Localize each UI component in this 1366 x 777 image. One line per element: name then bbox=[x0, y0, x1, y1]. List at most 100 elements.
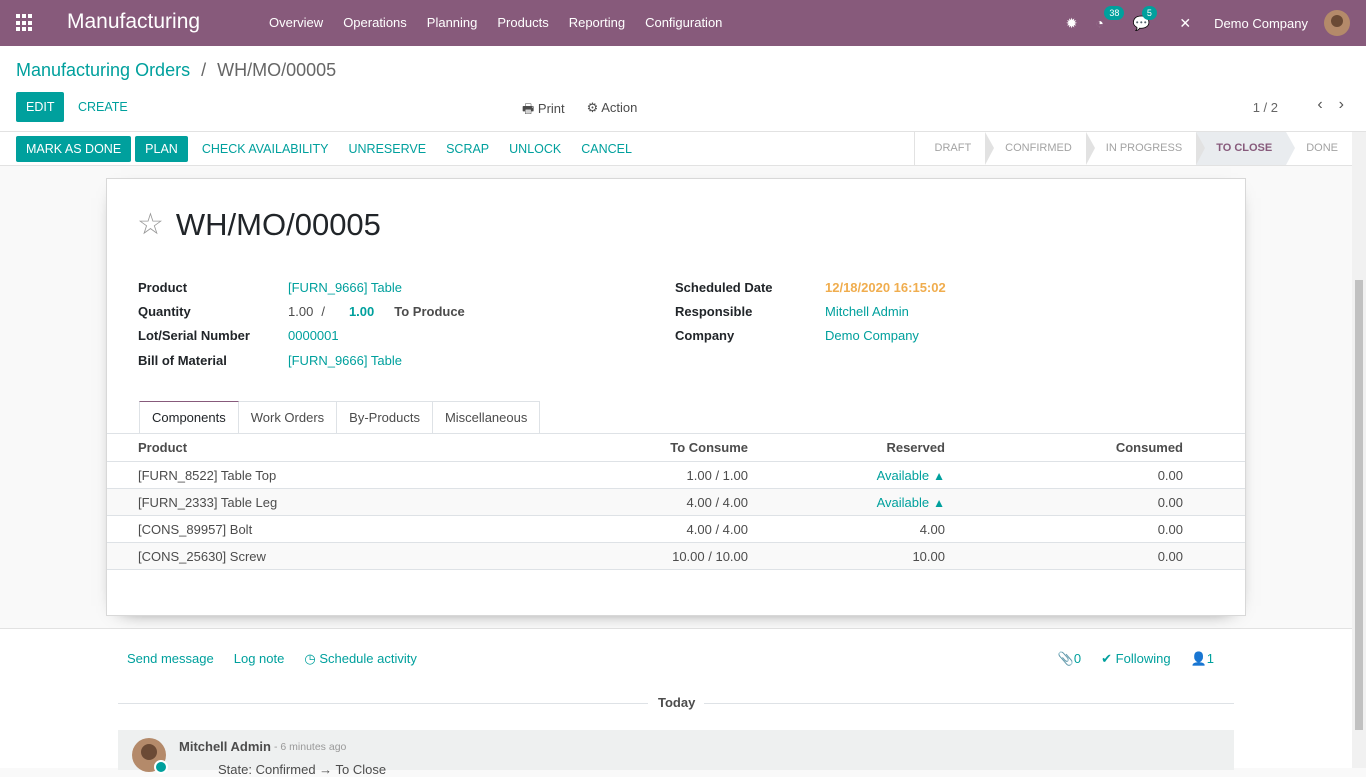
paperclip-icon: 📎 bbox=[1057, 651, 1074, 666]
message-time: - 6 minutes ago bbox=[274, 741, 347, 753]
chat-icon[interactable]: 💬 5 bbox=[1133, 5, 1157, 32]
app-name[interactable]: Manufacturing bbox=[67, 10, 200, 34]
scheduled-date-label: Scheduled Date bbox=[675, 279, 773, 295]
tab-components[interactable]: Components bbox=[139, 401, 239, 434]
header-to-consume[interactable]: To Consume bbox=[538, 440, 748, 455]
availability-status: Available bbox=[876, 494, 930, 510]
components-table: Product To Consume Reserved Consumed [FU… bbox=[107, 433, 1245, 570]
table-row[interactable]: [FURN_2333] Table Leg 4.00 / 4.00 Availa… bbox=[107, 489, 1245, 516]
chatter: Send message Log note ◷ Schedule activit… bbox=[0, 629, 1352, 777]
clock-icon: ◷ bbox=[304, 651, 316, 666]
log-note-button[interactable]: Log note bbox=[234, 651, 285, 667]
product-link[interactable]: [FURN_9666] Table bbox=[288, 280, 402, 295]
row-reserved: 10.00 bbox=[912, 548, 945, 564]
bom-label: Bill of Material bbox=[138, 352, 227, 368]
followers-count: 1 bbox=[1206, 651, 1214, 666]
row-reserved: Available ▲ bbox=[748, 468, 945, 483]
main-menu: Overview Operations Planning Products Re… bbox=[259, 0, 732, 46]
online-status-icon bbox=[154, 760, 168, 774]
lot-link[interactable]: 0000001 bbox=[288, 328, 339, 343]
unreserve-button[interactable]: UNRESERVE bbox=[339, 136, 437, 162]
header-reserved[interactable]: Reserved bbox=[748, 440, 945, 455]
stage-confirmed: CONFIRMED bbox=[985, 132, 1095, 165]
send-message-button[interactable]: Send message bbox=[127, 651, 214, 667]
header-product[interactable]: Product bbox=[107, 440, 538, 455]
breadcrumb-parent[interactable]: Manufacturing Orders bbox=[16, 60, 190, 80]
breadcrumb-separator: / bbox=[201, 60, 207, 80]
scrap-button[interactable]: SCRAP bbox=[436, 136, 499, 162]
stage-draft: DRAFT bbox=[915, 132, 994, 165]
date-separator-label: Today bbox=[658, 695, 696, 710]
schedule-activity-button[interactable]: ◷ Schedule activity bbox=[304, 651, 417, 667]
bug-icon[interactable]: ✹ bbox=[1066, 15, 1078, 32]
top-navbar: Manufacturing Overview Operations Planni… bbox=[0, 0, 1366, 46]
tab-by-products[interactable]: By-Products bbox=[337, 401, 433, 434]
print-dropdown[interactable]: 🖶 Print bbox=[522, 100, 565, 122]
area-chart-icon[interactable]: ▲ bbox=[933, 469, 945, 483]
menu-configuration[interactable]: Configuration bbox=[635, 0, 732, 46]
clock-icon[interactable]: ◔ 38 bbox=[1095, 6, 1125, 31]
following-button[interactable]: ✔ Following bbox=[1101, 651, 1170, 667]
date-separator: Today bbox=[118, 695, 1234, 710]
table-row[interactable]: [CONS_25630] Screw 10.00 / 10.00 10.00 0… bbox=[107, 543, 1245, 570]
edit-button[interactable]: EDIT bbox=[16, 92, 65, 122]
responsible-label: Responsible bbox=[675, 303, 753, 319]
create-button[interactable]: CREATE bbox=[68, 92, 138, 122]
row-reserved: Available ▲ bbox=[748, 495, 945, 510]
table-row[interactable]: [FURN_8522] Table Top 1.00 / 1.00 Availa… bbox=[107, 462, 1245, 489]
user-avatar[interactable] bbox=[1324, 10, 1350, 36]
unlock-button[interactable]: UNLOCK bbox=[499, 136, 571, 162]
area-chart-icon[interactable]: ▲ bbox=[933, 496, 945, 510]
row-product: [FURN_2333] Table Leg bbox=[138, 494, 278, 510]
row-product: [CONS_89957] Bolt bbox=[138, 521, 253, 537]
chevron-left-icon[interactable]: ‹ bbox=[1317, 96, 1322, 114]
stage-to-close: TO CLOSE bbox=[1196, 132, 1296, 165]
mark-as-done-button[interactable]: MARK AS DONE bbox=[16, 136, 132, 162]
check-availability-button[interactable]: CHECK AVAILABILITY bbox=[192, 136, 339, 162]
scrollbar-thumb[interactable] bbox=[1355, 280, 1363, 730]
scrollbar[interactable] bbox=[1352, 132, 1366, 768]
chevron-right-icon[interactable]: › bbox=[1339, 96, 1344, 114]
attachments-button[interactable]: 📎0 bbox=[1058, 651, 1081, 667]
message-author[interactable]: Mitchell Admin bbox=[179, 739, 271, 754]
menu-overview[interactable]: Overview bbox=[259, 0, 333, 46]
stage-in-progress: IN PROGRESS bbox=[1086, 132, 1206, 165]
followers-button[interactable]: 👤1 bbox=[1191, 651, 1214, 667]
chatter-topbar-right: 📎0 ✔ Following 👤1 bbox=[1058, 651, 1214, 667]
quantity-target: 1.00 bbox=[348, 303, 375, 319]
bom-link[interactable]: [FURN_9666] Table bbox=[288, 353, 402, 368]
apps-grid-icon[interactable] bbox=[16, 14, 34, 32]
company-link[interactable]: Demo Company bbox=[825, 328, 919, 343]
menu-operations[interactable]: Operations bbox=[333, 0, 417, 46]
tab-work-orders[interactable]: Work Orders bbox=[238, 401, 338, 434]
responsible-link[interactable]: Mitchell Admin bbox=[825, 304, 909, 319]
row-product: [FURN_8522] Table Top bbox=[138, 467, 277, 483]
gear-icon: ⚙ bbox=[586, 100, 599, 115]
pager-value[interactable]: 1 / 2 bbox=[1253, 100, 1278, 115]
breadcrumb-current: WH/MO/00005 bbox=[217, 60, 337, 80]
tab-miscellaneous[interactable]: Miscellaneous bbox=[432, 401, 541, 434]
message-body: State: Confirmed → To Close bbox=[218, 762, 387, 777]
menu-products[interactable]: Products bbox=[487, 0, 558, 46]
menu-reporting[interactable]: Reporting bbox=[559, 0, 635, 46]
action-label: Action bbox=[601, 100, 638, 115]
control-panel: Manufacturing Orders / WH/MO/00005 EDIT … bbox=[0, 46, 1366, 132]
table-row[interactable]: [CONS_89957] Bolt 4.00 / 4.00 4.00 0.00 bbox=[107, 516, 1245, 543]
header-consumed[interactable]: Consumed bbox=[945, 440, 1183, 455]
cancel-button[interactable]: CANCEL bbox=[571, 136, 642, 162]
company-switcher[interactable]: Demo Company bbox=[1214, 16, 1308, 31]
quantity-produced: 1.00 bbox=[288, 303, 314, 319]
stage-pipeline: DRAFT CONFIRMED IN PROGRESS TO CLOSE DON… bbox=[913, 132, 1353, 165]
tools-icon[interactable]: ✕ bbox=[1179, 15, 1191, 32]
menu-planning[interactable]: Planning bbox=[417, 0, 488, 46]
action-dropdown[interactable]: ⚙ Action bbox=[587, 100, 638, 122]
scheduled-date-value: 12/18/2020 16:15:02 bbox=[825, 279, 946, 295]
row-product: [CONS_25630] Screw bbox=[138, 548, 266, 564]
plan-button[interactable]: PLAN bbox=[135, 136, 188, 162]
stage-done: DONE bbox=[1306, 142, 1338, 154]
statusbar-buttons: MARK AS DONE PLAN CHECK AVAILABILITY UNR… bbox=[16, 136, 642, 162]
availability-status: Available bbox=[876, 467, 930, 483]
company-label: Company bbox=[675, 328, 735, 344]
star-icon[interactable]: ☆ bbox=[137, 210, 164, 240]
schedule-activity-label: Schedule activity bbox=[319, 651, 417, 666]
